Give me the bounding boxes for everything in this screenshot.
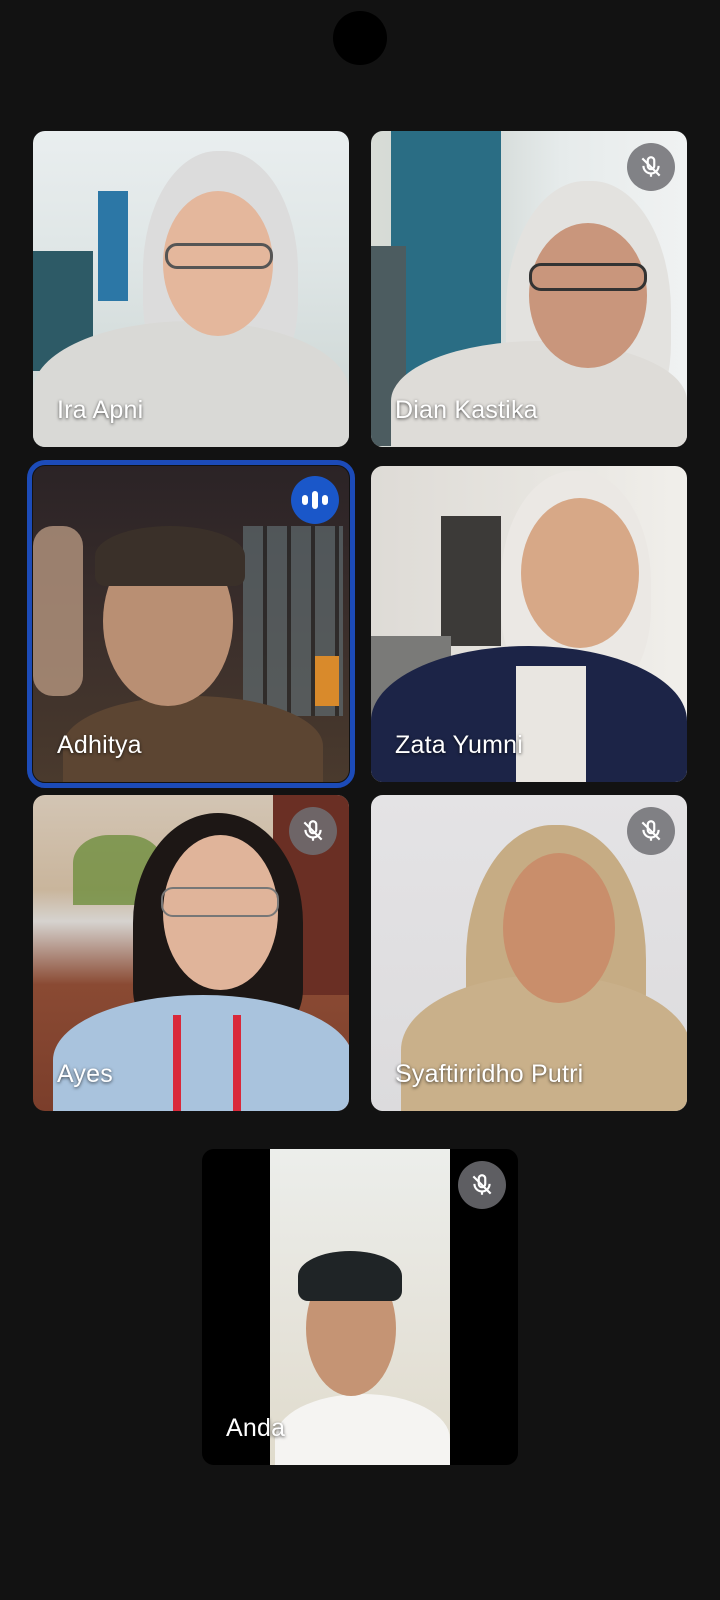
person-face: [529, 223, 647, 368]
video-feed: [270, 1149, 450, 1465]
audio-level-icon: [291, 476, 339, 524]
lanyard: [173, 1015, 181, 1111]
background-window: [441, 516, 501, 646]
person-collar: [516, 666, 586, 782]
participant-tile[interactable]: Ira Apni: [33, 131, 349, 447]
participant-name: Ira Apni: [57, 396, 144, 424]
participant-name: Adhitya: [57, 731, 142, 759]
mic-off-icon: [627, 807, 675, 855]
participant-name: Dian Kastika: [395, 396, 538, 424]
mic-off-icon: [627, 143, 675, 191]
participant-tile-active-speaker[interactable]: Adhitya: [27, 460, 355, 788]
participant-name: Zata Yumni: [395, 731, 524, 759]
person-glasses: [165, 243, 273, 269]
background-panel: [391, 131, 501, 381]
mic-off-icon: [458, 1161, 506, 1209]
person-body: [275, 1394, 450, 1465]
background-fireplace: [315, 656, 339, 706]
participant-tile[interactable]: Syaftirridho Putri: [371, 795, 687, 1111]
front-camera-cutout: [333, 11, 387, 65]
person-hand: [33, 526, 83, 696]
person-face: [503, 853, 615, 1003]
participant-name: Syaftirridho Putri: [395, 1060, 584, 1088]
person-hair: [95, 526, 245, 586]
participant-name: Ayes: [57, 1060, 113, 1088]
person-glasses: [161, 887, 279, 917]
person-glasses: [529, 263, 647, 291]
background-panel: [98, 191, 128, 301]
participant-tile[interactable]: Ayes: [33, 795, 349, 1111]
person-face: [521, 498, 639, 648]
person-hair: [298, 1251, 402, 1301]
lanyard: [233, 1015, 241, 1111]
participant-tile[interactable]: Dian Kastika: [371, 131, 687, 447]
participant-name: Anda: [226, 1414, 286, 1442]
participant-tile-self[interactable]: Anda: [202, 1149, 518, 1465]
mic-off-icon: [289, 807, 337, 855]
participant-tile[interactable]: Zata Yumni: [371, 466, 687, 782]
